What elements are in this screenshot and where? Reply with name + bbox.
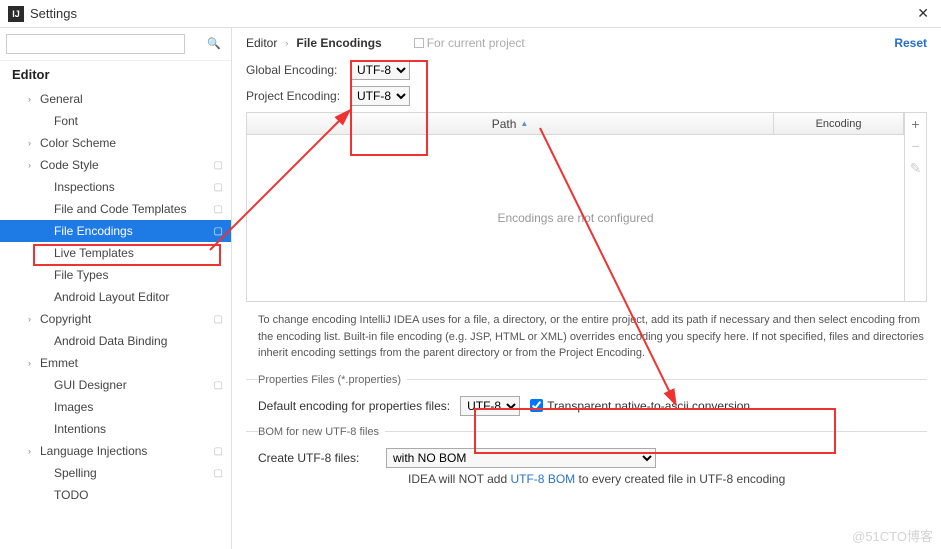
column-header-path[interactable]: Path▲ [247,113,774,134]
sidebar-item-gui-designer[interactable]: GUI Designer ▢ [0,374,231,396]
sidebar-item-language-injections[interactable]: ›Language Injections ▢ [0,440,231,462]
bom-note: IDEA will NOT add UTF-8 BOM to every cre… [408,472,925,486]
sidebar-item-intentions[interactable]: Intentions [0,418,231,440]
breadcrumb-leaf: File Encodings [296,36,381,50]
sidebar: 🔍 Editor ›GeneralFont›Color Scheme›Code … [0,28,232,549]
sidebar-item-copyright[interactable]: ›Copyright ▢ [0,308,231,330]
sidebar-item-label: GUI Designer [54,378,210,392]
sidebar-item-general[interactable]: ›General [0,88,231,110]
window-title: Settings [30,6,913,21]
add-row-button[interactable]: + [905,113,926,135]
bom-create-select[interactable]: with NO BOM [386,448,656,468]
chevron-right-icon: › [28,160,40,170]
remove-row-button[interactable]: − [905,135,926,157]
sidebar-item-label: Copyright [40,312,210,326]
sidebar-item-label: Android Layout Editor [54,290,223,304]
bom-create-label: Create UTF-8 files: [258,451,376,465]
sidebar-item-code-style[interactable]: ›Code Style ▢ [0,154,231,176]
sidebar-item-label: Language Injections [40,444,210,458]
sidebar-item-label: Code Style [40,158,210,172]
project-icon: ▢ [214,380,223,391]
breadcrumb-root[interactable]: Editor [246,36,277,50]
sidebar-item-live-templates[interactable]: Live Templates [0,242,231,264]
sidebar-item-images[interactable]: Images [0,396,231,418]
project-encoding-select[interactable]: UTF-8 [350,86,410,106]
encoding-table: Path▲ Encoding Encodings are not configu… [246,112,927,302]
sidebar-item-color-scheme[interactable]: ›Color Scheme [0,132,231,154]
project-icon [414,38,424,48]
sidebar-item-label: Live Templates [54,246,223,260]
column-header-encoding[interactable]: Encoding [774,113,904,134]
sidebar-item-android-layout-editor[interactable]: Android Layout Editor [0,286,231,308]
sidebar-item-file-and-code-templates[interactable]: File and Code Templates ▢ [0,198,231,220]
sidebar-item-label: General [40,92,223,106]
bom-fieldset: BOM for new UTF-8 files Create UTF-8 fil… [246,426,927,490]
sidebar-item-label: File and Code Templates [54,202,210,216]
sidebar-item-android-data-binding[interactable]: Android Data Binding [0,330,231,352]
close-icon[interactable]: ✕ [913,5,933,22]
sidebar-item-todo[interactable]: TODO [0,484,231,506]
explanation-text: To change encoding IntelliJ IDEA uses fo… [258,312,925,362]
search-row: 🔍 [0,28,231,61]
properties-fieldset: Properties Files (*.properties) Default … [246,374,927,420]
main-panel: Editor › File Encodings For current proj… [232,28,941,549]
edit-row-button[interactable]: ✎ [905,157,926,179]
table-empty-text: Encodings are not configured [247,135,904,301]
bom-legend: BOM for new UTF-8 files [258,426,385,438]
sidebar-item-file-encodings[interactable]: File Encodings ▢ [0,220,231,242]
settings-tree: ›GeneralFont›Color Scheme›Code Style▢Ins… [0,88,231,549]
sort-asc-icon: ▲ [520,119,528,128]
breadcrumb: Editor › File Encodings For current proj… [246,36,927,50]
sidebar-item-label: Inspections [54,180,210,194]
properties-legend: Properties Files (*.properties) [258,374,407,386]
sidebar-item-font[interactable]: Font [0,110,231,132]
project-icon: ▢ [214,446,223,457]
sidebar-item-inspections[interactable]: Inspections ▢ [0,176,231,198]
search-input[interactable] [6,34,185,54]
sidebar-item-label: Spelling [54,466,210,480]
properties-encoding-select[interactable]: UTF-8 [460,396,520,416]
chevron-right-icon: › [28,138,40,148]
project-icon: ▢ [214,182,223,193]
project-icon: ▢ [214,314,223,325]
global-encoding-label: Global Encoding: [246,63,350,77]
chevron-right-icon: › [28,314,40,324]
sidebar-item-label: Intentions [54,422,223,436]
search-icon: 🔍 [207,37,221,50]
chevron-right-icon: › [28,94,40,104]
project-encoding-label: Project Encoding: [246,89,350,103]
project-icon: ▢ [214,160,223,171]
sidebar-item-spelling[interactable]: Spelling ▢ [0,462,231,484]
global-encoding-select[interactable]: UTF-8 [350,60,410,80]
chevron-right-icon: › [28,446,40,456]
sidebar-item-label: Images [54,400,223,414]
sidebar-item-label: Font [54,114,223,128]
transparent-ascii-checkbox[interactable]: Transparent native-to-ascii conversion [530,399,750,413]
sidebar-item-label: File Encodings [54,224,210,238]
sidebar-item-label: File Types [54,268,223,282]
app-icon: IJ [8,6,24,22]
sidebar-category-header: Editor [0,61,231,88]
watermark: @51CTO博客 [852,526,933,545]
sidebar-item-emmet[interactable]: ›Emmet [0,352,231,374]
sidebar-item-file-types[interactable]: File Types [0,264,231,286]
sidebar-item-label: TODO [54,488,223,502]
project-scope-note: For current project [414,36,525,50]
properties-encoding-label: Default encoding for properties files: [258,399,450,413]
reset-link[interactable]: Reset [894,36,927,50]
bom-link[interactable]: UTF-8 BOM [510,472,575,486]
chevron-right-icon: › [285,38,288,48]
project-icon: ▢ [214,468,223,479]
project-icon: ▢ [214,226,223,237]
project-icon: ▢ [214,204,223,215]
sidebar-item-label: Android Data Binding [54,334,223,348]
sidebar-item-label: Emmet [40,356,223,370]
sidebar-item-label: Color Scheme [40,136,223,150]
titlebar: IJ Settings ✕ [0,0,941,28]
chevron-right-icon: › [28,358,40,368]
